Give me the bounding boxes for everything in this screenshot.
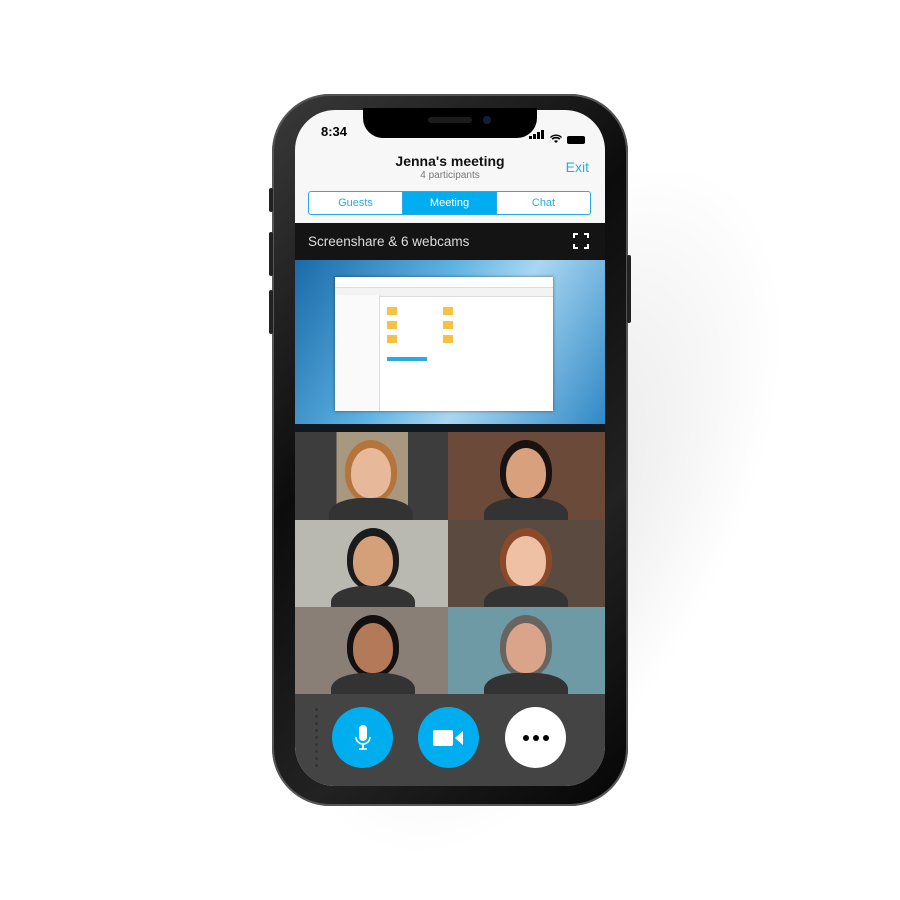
webcam-tile[interactable] — [295, 520, 448, 607]
webcam-tile[interactable] — [448, 520, 605, 607]
participant-body — [331, 586, 415, 607]
phone-notch — [363, 108, 537, 138]
participant-face — [506, 448, 546, 498]
shared-taskbar — [295, 424, 605, 432]
participant-body — [484, 586, 568, 607]
more-icon — [522, 734, 549, 741]
tab-meeting[interactable]: Meeting — [403, 192, 497, 214]
participant-face — [353, 623, 393, 673]
participant-body — [484, 673, 568, 694]
wifi-icon — [550, 134, 562, 143]
tab-guests[interactable]: Guests — [309, 192, 403, 214]
phone-speaker — [428, 117, 472, 123]
app-screen: 8:34 Jenna's meeting 4 participants Exit… — [295, 110, 605, 786]
call-controls — [295, 694, 605, 786]
video-button[interactable] — [418, 707, 479, 768]
fullscreen-icon[interactable] — [573, 233, 589, 249]
participant-count: 4 participants — [420, 170, 480, 181]
tab-bar: Guests Meeting Chat — [308, 191, 591, 215]
participant-face — [353, 536, 393, 586]
participant-face — [506, 536, 546, 586]
tab-chat[interactable]: Chat — [497, 192, 590, 214]
participant-face — [506, 623, 546, 673]
webcam-tile[interactable] — [448, 432, 605, 520]
phone-volume-down — [269, 290, 273, 334]
participant-body — [484, 498, 568, 520]
meeting-title: Jenna's meeting — [395, 153, 505, 169]
screenshare-view[interactable] — [295, 260, 605, 432]
webcam-tile[interactable] — [448, 607, 605, 694]
microphone-button[interactable] — [332, 707, 393, 768]
shared-file-explorer-window — [335, 277, 553, 411]
participant-face — [351, 448, 391, 498]
phone-mute-switch — [269, 188, 273, 212]
exit-button[interactable]: Exit — [566, 159, 589, 175]
participant-body — [331, 673, 415, 694]
phone-power-button — [627, 255, 631, 323]
video-camera-icon — [432, 729, 463, 746]
stage-header: Screenshare & 6 webcams — [295, 223, 605, 260]
status-icons — [529, 126, 585, 144]
webcam-tile[interactable] — [295, 432, 448, 520]
battery-icon — [567, 136, 585, 144]
phone-volume-up — [269, 232, 273, 276]
webcam-grid — [295, 432, 605, 694]
microphone-icon — [354, 724, 371, 750]
webcam-tile[interactable] — [295, 607, 448, 694]
status-time: 8:34 — [321, 124, 348, 139]
stage-label: Screenshare & 6 webcams — [308, 234, 470, 249]
more-options-button[interactable] — [505, 707, 566, 768]
participant-body — [329, 498, 413, 520]
front-camera — [483, 116, 491, 124]
drag-handle[interactable] — [315, 708, 318, 771]
